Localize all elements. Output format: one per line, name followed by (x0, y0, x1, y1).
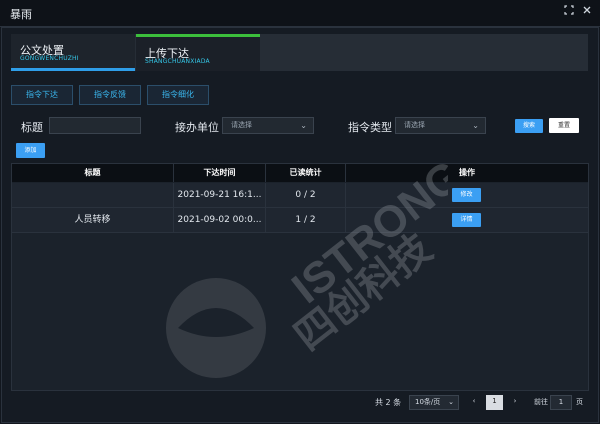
reset-button[interactable]: 重置 (549, 118, 579, 133)
unit-select-value: 请选择 (231, 121, 252, 129)
goto-label: 前往 (534, 398, 548, 406)
cell-title (12, 183, 174, 207)
window-title: 暴雨 (10, 8, 32, 21)
chevron-right-icon: › (513, 397, 517, 405)
tab-gongwenchuzhi[interactable]: 公文处置 GONGWENCHUZHI (11, 34, 135, 71)
title-filter-label: 标题 (21, 121, 43, 134)
chevron-down-icon: ⌄ (472, 121, 479, 130)
cell-time: 2021-09-21 16:1... (174, 183, 266, 207)
type-filter-label: 指令类型 (348, 121, 392, 134)
subtab-command-refine[interactable]: 指令细化 (147, 85, 209, 105)
unit-select[interactable]: 请选择 ⌄ (222, 117, 314, 134)
page-suffix: 页 (576, 398, 583, 406)
column-header-time: 下达时间 (174, 164, 266, 182)
data-table: 标题 下达时间 已读统计 操作 2021-09-21 16:1... 0 / 2… (11, 163, 589, 391)
total-count: 共 2 条 (375, 398, 402, 407)
table-row: 人员转移 2021-09-02 00:0... 1 / 2 详情 (12, 208, 588, 233)
edit-button[interactable]: 修改 (452, 188, 481, 202)
cell-action: 修改 (346, 183, 588, 207)
cell-read: 1 / 2 (266, 208, 346, 232)
subtab-command-issue[interactable]: 指令下达 (11, 85, 73, 105)
search-button[interactable]: 搜索 (515, 119, 543, 133)
chevron-down-icon: ⌄ (448, 398, 454, 406)
goto-page-input[interactable]: 1 (550, 395, 572, 410)
expand-icon[interactable] (562, 5, 576, 19)
page-size-value: 10条/页 (415, 398, 441, 406)
tab-shangchuanxiada[interactable]: 上传下达 SHANGCHUANXIADA (136, 34, 260, 71)
column-header-action: 操作 (459, 168, 475, 177)
add-button[interactable]: 添加 (16, 143, 45, 158)
table-row: 2021-09-21 16:1... 0 / 2 修改 (12, 183, 588, 208)
type-select[interactable]: 请选择 ⌄ (395, 117, 486, 134)
subtab-command-feedback[interactable]: 指令反馈 (79, 85, 141, 105)
chevron-down-icon: ⌄ (300, 121, 307, 130)
tab-pinyin: SHANGCHUANXIADA (145, 58, 210, 65)
cell-read: 0 / 2 (266, 183, 346, 207)
window-titlebar: 暴雨 (0, 0, 600, 27)
next-page-button[interactable]: › (507, 395, 523, 410)
title-input[interactable] (49, 117, 141, 134)
column-header-title: 标题 (12, 164, 174, 182)
page-size-select[interactable]: 10条/页 ⌄ (409, 395, 459, 410)
prev-page-button[interactable]: ‹ (466, 395, 482, 410)
chevron-left-icon: ‹ (472, 397, 476, 405)
cell-time: 2021-09-02 00:0... (174, 208, 266, 232)
close-icon[interactable] (580, 5, 594, 19)
details-button[interactable]: 详情 (452, 213, 481, 227)
cell-action: 详情 (346, 208, 588, 232)
unit-filter-label: 接办单位 (175, 121, 219, 134)
page-number-current[interactable]: 1 (486, 395, 503, 410)
column-header-read: 已读统计 (266, 164, 346, 182)
type-select-value: 请选择 (404, 121, 425, 129)
tab-pinyin: GONGWENCHUZHI (20, 55, 79, 62)
table-header: 标题 下达时间 已读统计 操作 (12, 164, 588, 182)
cell-title: 人员转移 (12, 208, 174, 232)
